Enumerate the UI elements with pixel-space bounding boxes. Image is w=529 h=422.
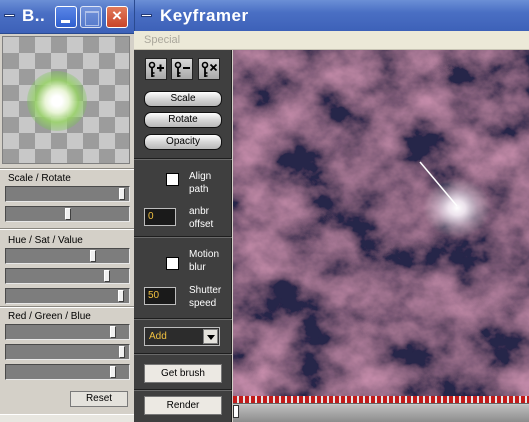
brush-preview — [2, 36, 130, 164]
saturation-slider-thumb[interactable] — [104, 270, 110, 282]
render-button[interactable]: Render — [144, 396, 222, 415]
red-slider[interactable] — [5, 324, 130, 340]
menu-bar: Special — [134, 31, 529, 50]
keyframer-window: Keyframer Special Scale Rotate Opacity A… — [134, 0, 529, 422]
window-menu-icon[interactable] — [141, 14, 152, 17]
keyframer-titlebar[interactable]: Keyframer — [134, 0, 529, 31]
brush-glow-image — [27, 71, 87, 131]
blend-mode-dropdown[interactable]: Add — [144, 327, 220, 346]
divider — [134, 353, 232, 355]
value-slider-thumb[interactable] — [118, 290, 124, 302]
blue-slider[interactable] — [5, 364, 130, 380]
scale-slider[interactable] — [5, 186, 130, 202]
blend-mode-value: Add — [149, 331, 167, 342]
red-green-blue-label: Red / Green / Blue — [8, 311, 91, 322]
divider — [0, 228, 134, 230]
hue-sat-value-label: Hue / Sat / Value — [8, 235, 83, 246]
divider — [134, 158, 232, 160]
divider — [134, 318, 232, 320]
maximize-button[interactable] — [80, 6, 102, 28]
scale-slider-thumb[interactable] — [119, 188, 125, 200]
motion-blur-label: Motion blur — [189, 248, 219, 274]
motion-blur-checkbox[interactable] — [166, 257, 179, 270]
motion-blur-label-line1: Motion — [189, 249, 220, 260]
motion-blur-label-line2: blur — [189, 262, 206, 273]
clear-keyframes-button[interactable] — [198, 58, 220, 80]
timeline-scrubber-handle[interactable] — [233, 405, 239, 418]
render-canvas[interactable] — [233, 50, 529, 396]
blue-slider-thumb[interactable] — [110, 366, 116, 378]
green-slider[interactable] — [5, 344, 130, 360]
divider — [0, 306, 134, 308]
shutter-speed-field[interactable]: 50 — [144, 287, 176, 305]
timeline[interactable] — [233, 396, 529, 422]
menu-special[interactable]: Special — [144, 34, 180, 46]
shutter-speed-label-line1: Shutter — [189, 285, 222, 296]
rotate-mode-button[interactable]: Rotate — [144, 112, 222, 128]
shutter-speed-label: Shutter speed — [189, 284, 221, 310]
scale-rotate-label: Scale / Rotate — [8, 173, 71, 184]
minimize-button[interactable] — [55, 6, 77, 28]
shutter-speed-label-line2: speed — [189, 298, 217, 309]
key-remove-icon — [174, 61, 190, 77]
cloud-render-image — [233, 50, 529, 396]
hue-slider-thumb[interactable] — [90, 250, 96, 262]
divider — [0, 168, 134, 170]
chevron-down-icon[interactable] — [203, 329, 218, 344]
offset-label-line2: offset — [189, 219, 214, 230]
align-path-label-line2: path — [189, 184, 209, 195]
status-strip — [0, 414, 134, 422]
divider — [134, 389, 232, 391]
keyframer-title: Keyframer — [160, 6, 249, 25]
saturation-slider[interactable] — [5, 268, 130, 284]
get-brush-button[interactable]: Get brush — [144, 364, 222, 383]
opacity-mode-button[interactable]: Opacity — [144, 134, 222, 150]
align-path-checkbox[interactable] — [166, 173, 179, 186]
brush-window-title: B.. — [22, 6, 46, 25]
timeline-track[interactable] — [233, 405, 529, 422]
brush-window-titlebar[interactable]: B.. × — [0, 0, 134, 34]
close-icon: × — [112, 6, 122, 25]
divider — [134, 236, 232, 238]
key-clear-icon — [201, 61, 218, 77]
brush-window: B.. × Scale / Rotate Hue / Sat / Value R… — [0, 0, 134, 422]
value-slider[interactable] — [5, 288, 130, 304]
close-button[interactable]: × — [106, 6, 128, 28]
keyframer-tool-panel: Scale Rotate Opacity Align path 0 anbr off… — [134, 50, 232, 422]
offset-label-line1: anbr — [189, 206, 210, 217]
offset-field[interactable]: 0 — [144, 208, 176, 226]
hue-slider[interactable] — [5, 248, 130, 264]
key-add-icon — [148, 61, 164, 77]
align-path-label-line1: Align — [189, 171, 212, 182]
align-path-label: Align path — [189, 170, 211, 196]
red-slider-thumb[interactable] — [110, 326, 116, 338]
green-slider-thumb[interactable] — [119, 346, 125, 358]
timeline-keyframe-ticks — [233, 396, 529, 404]
add-keyframe-button[interactable] — [145, 58, 167, 80]
rotate-slider-thumb[interactable] — [65, 208, 71, 220]
offset-label: anbr offset — [189, 205, 213, 231]
rotate-slider[interactable] — [5, 206, 130, 222]
window-menu-icon[interactable] — [4, 14, 15, 17]
remove-keyframe-button[interactable] — [171, 58, 193, 80]
reset-button[interactable]: Reset — [70, 391, 128, 407]
scale-mode-button[interactable]: Scale — [144, 91, 222, 107]
